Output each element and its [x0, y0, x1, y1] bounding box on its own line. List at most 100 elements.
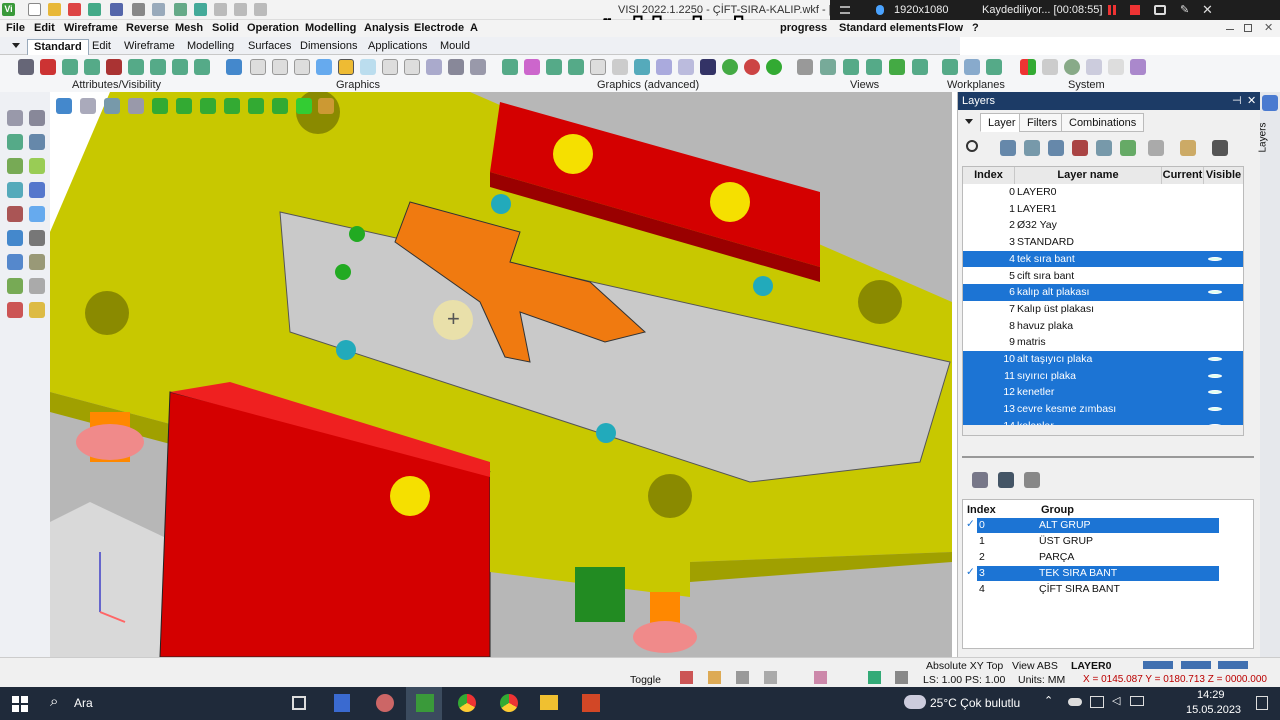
tab-dimensions[interactable]: Dimensions — [294, 39, 363, 55]
hide-icon[interactable] — [62, 59, 78, 75]
shade9-icon[interactable] — [426, 59, 442, 75]
chrome-icon[interactable] — [458, 694, 476, 712]
tab-standard[interactable]: Standard — [27, 39, 89, 55]
view-cube7-icon[interactable] — [296, 98, 312, 114]
view5-icon[interactable] — [889, 59, 905, 75]
layer-row[interactable]: 0 LAYER0 — [963, 184, 1243, 201]
menu-edit[interactable]: Edit — [34, 22, 55, 34]
taskbar-search-icon[interactable]: ⌕ — [50, 693, 58, 710]
system1-icon[interactable] — [1020, 59, 1036, 75]
group-row[interactable]: 2 PARÇA — [977, 550, 1219, 565]
group-row[interactable]: 1 ÜST GRUP — [977, 534, 1219, 549]
view2-icon[interactable] — [820, 59, 836, 75]
status-toggle[interactable]: Toggle — [630, 674, 661, 686]
plane-icon[interactable] — [29, 206, 45, 222]
stop-icon[interactable] — [1130, 5, 1140, 15]
layer-tool1-icon[interactable] — [1000, 140, 1016, 156]
layer-row[interactable]: 12 kenetler — [963, 384, 1243, 402]
col-layer-name[interactable]: Layer name — [1015, 167, 1162, 184]
zoom-icon[interactable] — [174, 3, 187, 16]
view-cube3-icon[interactable] — [200, 98, 216, 114]
tab-combinations[interactable]: Combinations — [1061, 113, 1145, 132]
layer-row[interactable]: 9 matris — [963, 334, 1243, 351]
view-cube4-icon[interactable] — [224, 98, 240, 114]
cube-icon[interactable] — [29, 230, 45, 246]
redo-list-icon[interactable] — [254, 3, 267, 16]
group-check-icon[interactable]: ✓ — [966, 518, 975, 530]
question-icon[interactable] — [7, 254, 23, 270]
restore-icon[interactable] — [1244, 24, 1252, 32]
system3-icon[interactable] — [1064, 59, 1080, 75]
rotate-icon[interactable] — [7, 182, 23, 198]
adv10-icon[interactable] — [700, 59, 716, 75]
layers-hscroll[interactable] — [963, 425, 1243, 435]
view-rotate-icon[interactable] — [128, 98, 144, 114]
layer-row[interactable]: 8 havuz plaka — [963, 318, 1243, 335]
search-icon[interactable] — [966, 140, 978, 152]
layer-row[interactable]: 13 cevre kesme zımbası — [963, 401, 1243, 418]
calculator-icon[interactable] — [334, 694, 350, 712]
system2-icon[interactable] — [1042, 59, 1058, 75]
regen-icon[interactable] — [226, 59, 242, 75]
layer-icon[interactable] — [7, 206, 23, 222]
group-check-icon[interactable]: ✓ — [966, 566, 975, 578]
layer-delete-icon[interactable] — [1148, 140, 1164, 156]
chrome2-icon[interactable] — [500, 694, 518, 712]
status-tool7-icon[interactable] — [895, 671, 908, 684]
close-recorder-icon[interactable]: ✕ — [1202, 2, 1213, 18]
menu-help[interactable]: ? — [972, 22, 979, 34]
view-cube8-icon[interactable] — [318, 98, 334, 114]
side-tab-icon[interactable] — [1262, 95, 1278, 111]
menu-reverse[interactable]: Reverse — [126, 22, 169, 34]
mark-icon[interactable] — [7, 278, 23, 294]
system4-icon[interactable] — [1086, 59, 1102, 75]
close-icon[interactable]: ✕ — [1264, 21, 1273, 34]
powerpoint-icon[interactable] — [582, 694, 600, 712]
pause-icon[interactable] — [1108, 5, 1116, 15]
shade2-icon[interactable] — [272, 59, 288, 75]
view4-icon[interactable] — [866, 59, 882, 75]
col-visible[interactable]: Visible — [1204, 167, 1243, 184]
undo-icon[interactable] — [214, 3, 227, 16]
menu-a[interactable]: A — [470, 22, 478, 34]
menu-file[interactable]: File — [6, 22, 25, 34]
save-icon[interactable] — [110, 3, 123, 16]
taskbar-date[interactable]: 15.05.2023 — [1186, 704, 1241, 716]
group-delete-icon[interactable] — [1024, 472, 1040, 488]
taskbar-weather[interactable]: 25°C Çok bulutlu — [930, 696, 1020, 710]
open-icon[interactable] — [48, 3, 61, 16]
view-cube2-icon[interactable] — [176, 98, 192, 114]
pin-icon[interactable]: ⊣ — [1232, 94, 1242, 107]
menu-operation[interactable]: Operation — [247, 22, 299, 34]
visible-eye-icon[interactable] — [1208, 390, 1222, 395]
layer-row[interactable]: 2 Ø32 Yay — [963, 217, 1243, 234]
shade-icon[interactable] — [250, 59, 266, 75]
import-icon[interactable] — [68, 3, 81, 16]
panel-menu-icon[interactable] — [965, 119, 973, 124]
select-icon[interactable] — [7, 110, 23, 126]
magnet-icon[interactable] — [106, 59, 122, 75]
layer-row[interactable]: 3 STANDARD — [963, 234, 1243, 251]
tree-icon[interactable] — [7, 302, 23, 318]
status-tool4-icon[interactable] — [764, 671, 777, 684]
app-icon-1[interactable] — [376, 694, 394, 712]
col-index[interactable]: Index — [963, 167, 1015, 184]
status-tool6-icon[interactable] — [868, 671, 881, 684]
view-zoom-icon[interactable] — [104, 98, 120, 114]
adv2-icon[interactable] — [524, 59, 540, 75]
layer-row[interactable]: 6 kalıp alt plakası — [963, 284, 1243, 301]
view3-icon[interactable] — [843, 59, 859, 75]
menu-flow[interactable]: Flow — [938, 22, 963, 34]
adv9-icon[interactable] — [678, 59, 694, 75]
shade11-icon[interactable] — [470, 59, 486, 75]
status-tool2-icon[interactable] — [708, 671, 721, 684]
filter3-icon[interactable] — [172, 59, 188, 75]
view-cube5-icon[interactable] — [248, 98, 264, 114]
network-icon[interactable] — [1090, 696, 1104, 708]
check2-icon[interactable] — [29, 158, 45, 174]
shade3-icon[interactable] — [294, 59, 310, 75]
color-icon[interactable] — [40, 59, 56, 75]
adv8-icon[interactable] — [656, 59, 672, 75]
panel-close-icon[interactable]: ✕ — [1247, 94, 1256, 107]
tab-surfaces[interactable]: Surfaces — [242, 39, 297, 55]
